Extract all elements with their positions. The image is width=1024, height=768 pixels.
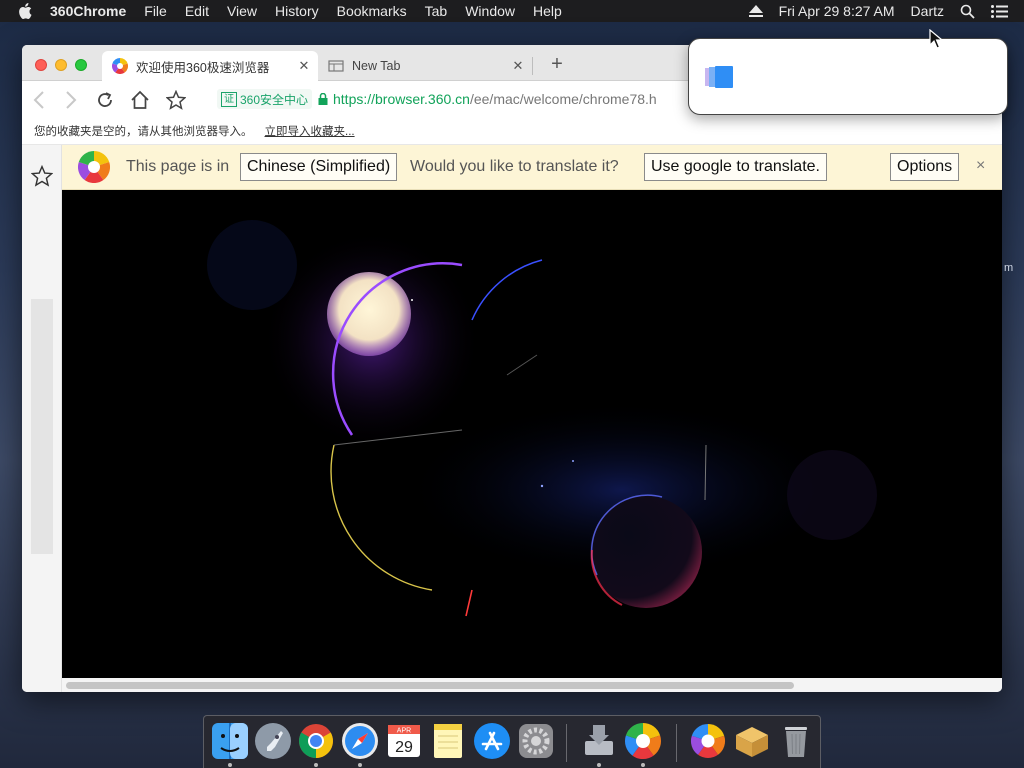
menu-view[interactable]: View <box>227 3 257 19</box>
running-indicator <box>228 763 232 767</box>
lock-icon <box>318 93 328 105</box>
tab-welcome[interactable]: 欢迎使用360极速浏览器 ✕ <box>102 51 318 81</box>
system-preferences-gear-icon[interactable] <box>516 721 556 761</box>
sidebar-favorites-star-icon[interactable] <box>30 164 54 192</box>
tab-divider <box>532 57 533 75</box>
back-arrow-icon[interactable] <box>28 89 50 111</box>
safari-icon[interactable] <box>340 721 380 761</box>
eject-icon[interactable] <box>748 5 763 17</box>
reload-icon[interactable] <box>94 89 116 111</box>
page-hero-artwork <box>62 190 1002 678</box>
360chrome-icon[interactable] <box>623 721 663 761</box>
tab-title: 欢迎使用360极速浏览器 <box>136 60 270 75</box>
translate-close-icon[interactable]: × <box>976 157 985 175</box>
home-icon[interactable] <box>129 89 151 111</box>
menu-file[interactable]: File <box>144 3 167 19</box>
menu-clock[interactable]: Fri Apr 29 8:27 AM <box>779 3 895 19</box>
menu-app-name[interactable]: 360Chrome <box>50 3 126 19</box>
bookmark-bar: 您的收藏夹是空的，请从其他浏览器导入。 立即导入收藏夹... <box>22 117 1002 145</box>
sidebar <box>22 145 62 692</box>
chrome-icon[interactable] <box>296 721 336 761</box>
menu-user[interactable]: Dartz <box>911 3 944 19</box>
360-translate-logo-icon <box>77 151 111 184</box>
horizontal-scrollbar-thumb[interactable] <box>66 682 794 689</box>
zoom-window-button[interactable] <box>75 59 87 71</box>
app-store-icon[interactable] <box>472 721 512 761</box>
calendar-month-label: APR <box>397 728 411 735</box>
menu-window[interactable]: Window <box>465 3 515 19</box>
menu-help[interactable]: Help <box>533 3 562 19</box>
archive-box-icon[interactable] <box>732 721 772 761</box>
downloads-drive-icon[interactable] <box>579 721 619 761</box>
notification-popup[interactable] <box>688 38 1008 115</box>
notification-center-icon[interactable] <box>991 4 1008 18</box>
running-indicator <box>597 763 601 767</box>
finder-icon[interactable] <box>210 721 250 761</box>
notes-icon[interactable] <box>428 721 468 761</box>
security-center-badge[interactable]: 证 360安全中心 <box>217 89 313 109</box>
menu-edit[interactable]: Edit <box>185 3 209 19</box>
translate-bar: This page is in Chinese (Simplified) Wou… <box>62 145 1002 190</box>
menu-bookmarks[interactable]: Bookmarks <box>337 3 407 19</box>
certificate-icon: 证 <box>221 91 237 107</box>
running-indicator <box>358 763 362 767</box>
launchpad-icon[interactable] <box>253 721 293 761</box>
sidebar-scroll-region[interactable] <box>31 299 53 554</box>
menu-bar: 360Chrome File Edit View History Bookmar… <box>0 0 1024 22</box>
tab-title: New Tab <box>352 59 401 73</box>
space-illustration <box>207 220 877 617</box>
menu-tab[interactable]: Tab <box>425 3 448 19</box>
translate-options-button[interactable]: Options <box>890 153 960 181</box>
url-path: /ee/mac/welcome/chrome78.h <box>469 91 657 107</box>
tab-close-icon[interactable]: ✕ <box>508 58 528 74</box>
apple-menu-icon[interactable] <box>18 0 36 22</box>
notification-app-icon <box>705 65 735 94</box>
trash-icon[interactable] <box>776 721 816 761</box>
360-browser-favicon-icon <box>111 58 129 75</box>
360chrome-alt-icon[interactable] <box>688 721 728 761</box>
browser-window: 欢迎使用360极速浏览器 ✕ New Tab ✕ + 证 360安全中心 htt… <box>22 45 1002 692</box>
dock-separator <box>676 724 677 762</box>
dock: APR 29 <box>203 715 821 768</box>
source-language-button[interactable]: Chinese (Simplified) <box>240 153 398 181</box>
forward-arrow-icon[interactable] <box>60 89 82 111</box>
tab-new-tab[interactable]: New Tab ✕ <box>318 51 532 81</box>
running-indicator <box>641 763 645 767</box>
new-tab-page-icon <box>328 58 344 74</box>
horizontal-scrollbar[interactable] <box>62 678 1002 692</box>
close-window-button[interactable] <box>35 59 47 71</box>
translate-button[interactable]: Use google to translate. <box>644 153 827 181</box>
calendar-day-label: 29 <box>395 739 413 756</box>
minimize-window-button[interactable] <box>55 59 67 71</box>
dock-separator <box>566 724 567 762</box>
running-indicator <box>314 763 318 767</box>
calendar-icon[interactable]: APR 29 <box>384 721 424 761</box>
bookmark-empty-message: 您的收藏夹是空的，请从其他浏览器导入。 <box>34 125 253 138</box>
new-tab-plus-icon[interactable]: + <box>547 53 567 76</box>
desktop-edge-text: m <box>1004 262 1014 274</box>
tab-close-icon[interactable]: ✕ <box>294 58 314 74</box>
bookmark-star-icon[interactable] <box>165 89 187 111</box>
translate-question-text: Would you like to translate it? <box>410 158 619 175</box>
mouse-pointer-icon <box>929 28 944 54</box>
address-bar[interactable]: https://browser.360.cn/ee/mac/welcome/ch… <box>318 89 657 109</box>
url-host: https://browser.360.cn <box>333 91 470 107</box>
menu-history[interactable]: History <box>275 3 319 19</box>
security-center-label: 360安全中心 <box>240 92 309 107</box>
import-bookmarks-link[interactable]: 立即导入收藏夹... <box>265 123 355 139</box>
spotlight-search-icon[interactable] <box>960 4 975 19</box>
translate-prefix-text: This page is in <box>126 158 230 175</box>
